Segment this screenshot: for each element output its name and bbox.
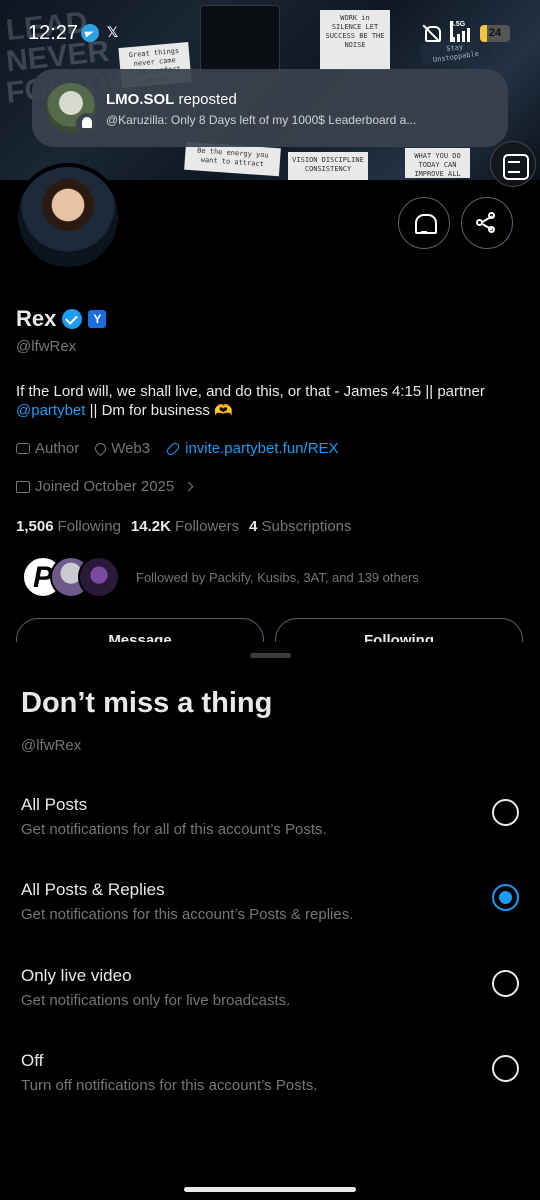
option-description: Turn off notifications for this account’…: [21, 1077, 318, 1094]
profile-meta-row: Author Web3 invite.partybet.fun/REX: [16, 440, 351, 457]
affiliate-badge-icon[interactable]: Y: [88, 310, 107, 328]
profile-avatar[interactable]: [14, 163, 122, 271]
notification-text: @Karuzilla: Only 8 Days left of my 1000$…: [106, 113, 417, 127]
option-label: All Posts: [21, 795, 88, 814]
battery-icon: 24: [480, 24, 510, 42]
profile-website[interactable]: invite.partybet.fun/REX: [165, 440, 339, 457]
notification-action: reposted: [174, 91, 237, 108]
option-label: Off: [21, 1051, 44, 1070]
profile-location: Web3: [92, 440, 151, 457]
profile-stats: 1,506 Following 14.2K Followers 4 Subscript…: [16, 518, 352, 535]
home-indicator[interactable]: [184, 1187, 356, 1192]
radio-button[interactable]: [492, 970, 519, 997]
telegram-icon: [81, 24, 99, 42]
profile-category-label: Author: [35, 440, 80, 457]
radio-button[interactable]: [492, 799, 519, 826]
option-description: Get notifications for this account’s Pos…: [21, 906, 354, 923]
option-description: Get notifications for all of this accoun…: [21, 821, 327, 838]
signal-icon: 4.5G: [448, 21, 472, 42]
option-off[interactable]: Off Turn off notifications for this acco…: [0, 1051, 540, 1131]
option-label: Only live video: [21, 966, 132, 985]
followers-label: Followers: [174, 518, 240, 535]
following-stat[interactable]: 1,506 Following: [16, 518, 121, 535]
bio-text-start: If the Lord will, we shall live, and do …: [16, 383, 485, 400]
banner-note-5: WHAT YOU DO TODAY CAN IMPROVE ALL YOUR T…: [405, 148, 470, 180]
banner-note-4: VISION DISCIPLINE CONSISTENCY: [288, 152, 368, 180]
battery-level: 24: [488, 26, 502, 39]
option-all-posts-replies[interactable]: All Posts & Replies Get notifications fo…: [0, 880, 540, 960]
status-bar: 12:27 𝕏 4.5G 24: [0, 0, 540, 66]
option-only-live-video[interactable]: Only live video Get notifications only f…: [0, 966, 540, 1046]
sheet-title: Don’t miss a thing: [21, 687, 273, 719]
bell-icon: [414, 212, 437, 234]
briefcase-icon: [16, 443, 30, 454]
link-icon: [165, 440, 181, 457]
profile-name-row: Rex Y: [16, 306, 107, 332]
subscriptions-count: 4: [249, 518, 258, 535]
profile-handle: @lfwRex: [16, 338, 77, 355]
radio-button[interactable]: [492, 884, 519, 911]
notifications-bell-button[interactable]: [398, 197, 450, 249]
status-time: 12:27: [28, 22, 79, 44]
verified-badge-icon[interactable]: [62, 309, 83, 329]
mute-icon: [422, 24, 441, 42]
option-all-posts[interactable]: All Posts Get notifications for all of t…: [0, 795, 540, 875]
sheet-grabber[interactable]: [250, 653, 291, 658]
profile-bio: If the Lord will, we shall live, and do …: [16, 382, 526, 420]
x-icon: 𝕏: [107, 24, 119, 40]
bio-text-end: || Dm for business 🫶: [85, 402, 233, 419]
follower-avatar: [78, 556, 120, 598]
profile-name: Rex: [16, 306, 57, 331]
bio-mention-link[interactable]: @partybet: [16, 402, 85, 419]
following-count: 1,506: [16, 518, 54, 535]
profile-joined[interactable]: Joined October 2025: [16, 478, 194, 495]
following-label: Following: [57, 518, 121, 535]
notification-title: LMO.SOL reposted: [106, 91, 237, 108]
option-description: Get notifications only for live broadcas…: [21, 992, 291, 1009]
profile-joined-label: Joined October 2025: [35, 478, 175, 495]
profile-website-link[interactable]: invite.partybet.fun/REX: [185, 440, 338, 457]
notification-bell-icon: [76, 113, 98, 135]
share-button[interactable]: [461, 197, 513, 249]
notification-settings-sheet: Don’t miss a thing @lfwRex All Posts Get…: [0, 642, 540, 1200]
subscriptions-stat[interactable]: 4 Subscriptions: [249, 518, 351, 535]
sheet-handle: @lfwRex: [21, 737, 82, 754]
location-pin-icon: [92, 440, 109, 457]
share-icon: [476, 212, 498, 234]
profile-location-label: Web3: [111, 440, 151, 457]
subscriptions-label: Subscriptions: [261, 518, 352, 535]
chevron-right-icon: [183, 481, 194, 492]
profile-category: Author: [16, 440, 79, 457]
radio-button[interactable]: [492, 1055, 519, 1082]
followers-count: 14.2K: [130, 518, 171, 535]
calendar-icon: [16, 480, 30, 493]
notification-toast[interactable]: LMO.SOL reposted @Karuzilla: Only 8 Days…: [32, 69, 508, 147]
scan-text-button[interactable]: [490, 141, 536, 187]
followed-by-text: Followed by Packify, Kusibs, 3AT, and 13…: [136, 569, 419, 585]
followed-by-row[interactable]: P Followed by Packify, Kusibs, 3AT, and …: [22, 556, 419, 598]
notification-author: LMO.SOL: [106, 91, 175, 108]
battery-fill: [480, 24, 488, 42]
followers-stat[interactable]: 14.2K Followers: [131, 518, 239, 535]
option-label: All Posts & Replies: [21, 880, 165, 899]
